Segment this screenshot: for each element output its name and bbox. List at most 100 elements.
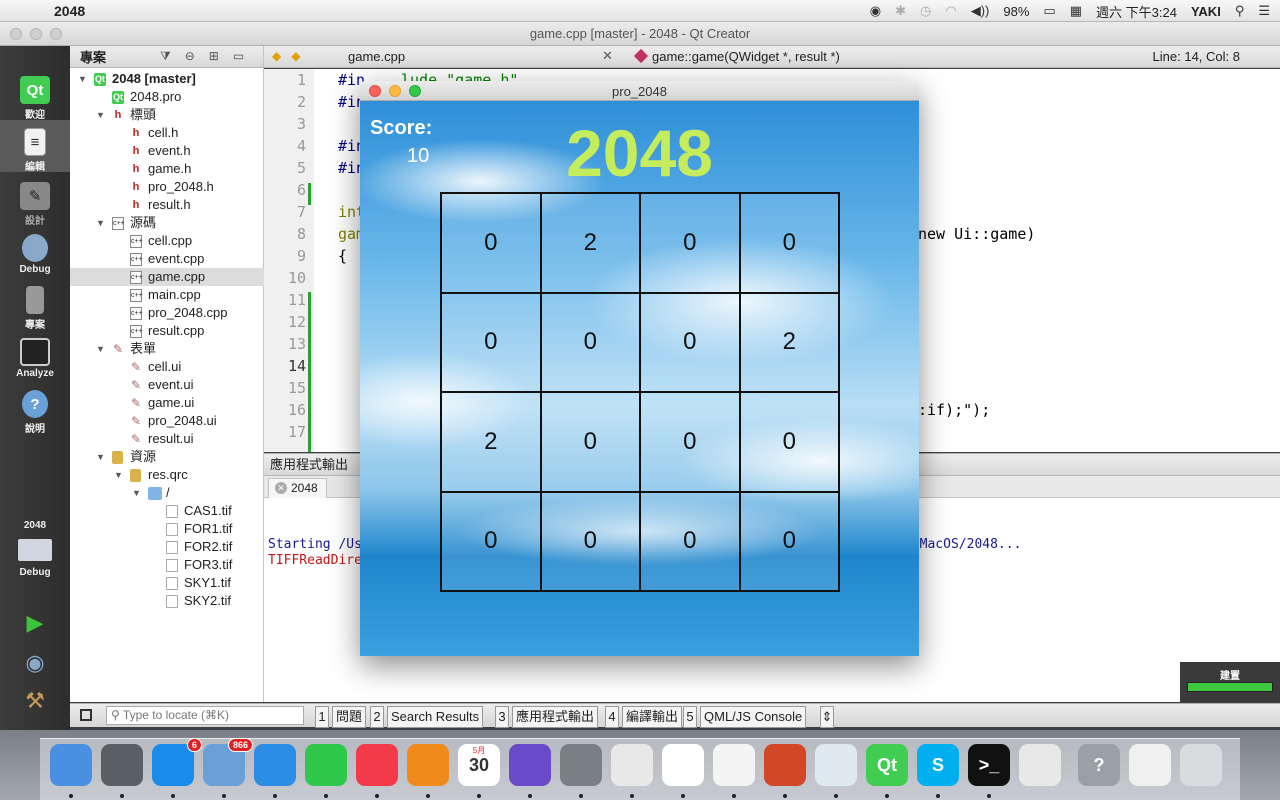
tree-item[interactable]: ▼ c++ 源碼 bbox=[70, 214, 264, 232]
open-document-selector[interactable]: game.cpp bbox=[348, 49, 405, 64]
output-pane-button[interactable]: 4 編譯輸出 bbox=[605, 706, 683, 728]
debug-run-icon[interactable]: ◉ bbox=[22, 650, 48, 676]
sync-icon[interactable]: ◉ bbox=[870, 3, 881, 19]
expand-arrow-icon[interactable]: ▼ bbox=[78, 70, 87, 88]
mail-icon[interactable]: 866 bbox=[203, 738, 253, 786]
documents-icon[interactable] bbox=[1129, 744, 1171, 786]
output-pane-button[interactable]: 1 問題 bbox=[315, 706, 367, 728]
clock[interactable]: 週六 下午3:24 bbox=[1096, 2, 1177, 21]
tree-item[interactable]: h result.h bbox=[70, 196, 264, 214]
matlab-icon[interactable] bbox=[815, 744, 857, 786]
tree-item[interactable]: SKY2.tif bbox=[70, 592, 264, 610]
music-icon[interactable] bbox=[356, 744, 398, 786]
mode-help[interactable]: ? 說明 bbox=[0, 390, 70, 435]
mode-projects[interactable]: 專案 bbox=[0, 286, 70, 331]
tree-item[interactable]: h cell.h bbox=[70, 124, 264, 142]
time-machine-icon[interactable]: ◷ bbox=[920, 3, 931, 19]
more-panes-button[interactable]: ⇕ bbox=[820, 706, 837, 728]
mode-debug[interactable]: Debug bbox=[0, 234, 70, 275]
mode-edit[interactable]: ≡ 編輯 bbox=[0, 120, 70, 173]
terminal-icon[interactable]: >_ bbox=[968, 744, 1010, 786]
facetime-icon[interactable] bbox=[305, 744, 347, 786]
system-preferences-icon[interactable] bbox=[560, 744, 602, 786]
volume-icon[interactable]: ◀)) bbox=[971, 3, 990, 19]
filter-icon[interactable]: ⧩ bbox=[160, 49, 171, 64]
expand-arrow-icon[interactable]: ▼ bbox=[96, 448, 105, 466]
photos-icon[interactable] bbox=[662, 744, 704, 786]
mode-analyze[interactable]: Analyze bbox=[0, 338, 70, 379]
toggle-sidebar-icon[interactable] bbox=[80, 709, 92, 721]
expand-arrow-icon[interactable]: ▼ bbox=[96, 214, 105, 232]
bluetooth-icon[interactable]: ✱ bbox=[895, 3, 906, 19]
wifi-icon[interactable]: ◠ bbox=[945, 3, 956, 19]
tree-item[interactable]: c++ game.cpp bbox=[70, 268, 264, 286]
tree-item[interactable]: ▼ / bbox=[70, 484, 264, 502]
notification-center-icon[interactable]: ☰ bbox=[1258, 3, 1270, 19]
tree-item[interactable]: c++ main.cpp bbox=[70, 286, 264, 304]
xcode-icon[interactable] bbox=[1019, 744, 1061, 786]
tree-item[interactable]: ✎ game.ui bbox=[70, 394, 264, 412]
expand-arrow-icon[interactable]: ▼ bbox=[132, 484, 141, 502]
run-icon[interactable]: ▶ bbox=[22, 610, 48, 636]
qt-creator-icon[interactable]: Qt bbox=[866, 744, 908, 786]
tree-item[interactable]: ✎ event.ui bbox=[70, 376, 264, 394]
output-tab[interactable]: 2048 bbox=[268, 478, 327, 498]
close-document-icon[interactable]: ✕ bbox=[602, 48, 613, 64]
output-pane-button[interactable]: 5 QML/JS Console bbox=[683, 706, 807, 728]
tree-item[interactable]: ✎ cell.ui bbox=[70, 358, 264, 376]
locate-input[interactable]: ⚲ Type to locate (⌘K) bbox=[106, 706, 304, 725]
input-source-flag-icon[interactable]: ▦ bbox=[1070, 3, 1082, 19]
tree-item[interactable]: ▼ ✎ 表單 bbox=[70, 340, 264, 358]
tree-item[interactable]: ✎ pro_2048.ui bbox=[70, 412, 264, 430]
nav-arrows-icon[interactable]: ◆◆ bbox=[272, 49, 310, 63]
tree-item[interactable]: FOR1.tif bbox=[70, 520, 264, 538]
tree-item[interactable]: c++ result.cpp bbox=[70, 322, 264, 340]
app-store-icon[interactable]: 6 bbox=[152, 738, 202, 786]
expand-arrow-icon[interactable]: ▼ bbox=[96, 340, 105, 358]
close-icon[interactable]: ▭ bbox=[233, 49, 244, 64]
game-board[interactable]: 0200000220000000 bbox=[440, 192, 840, 592]
preview-icon[interactable] bbox=[611, 744, 653, 786]
spotlight-search-icon[interactable]: ⚲ bbox=[1235, 3, 1245, 19]
project-view-selector[interactable]: 專案 bbox=[80, 47, 160, 66]
finder-icon[interactable] bbox=[50, 744, 92, 786]
output-pane-button[interactable]: 3 應用程式輸出 bbox=[495, 706, 599, 728]
build-progress[interactable]: 建置 bbox=[1180, 662, 1280, 702]
tree-item[interactable]: FOR2.tif bbox=[70, 538, 264, 556]
help-icon[interactable]: ? bbox=[1078, 744, 1120, 786]
tree-item[interactable]: c++ pro_2048.cpp bbox=[70, 304, 264, 322]
safari-icon[interactable] bbox=[254, 744, 296, 786]
app-menu[interactable]: 2048 bbox=[54, 3, 85, 19]
tree-item[interactable]: h pro_2048.h bbox=[70, 178, 264, 196]
tree-item[interactable]: SKY1.tif bbox=[70, 574, 264, 592]
kit-selector[interactable]: 2048 Debug bbox=[0, 520, 70, 578]
output-pane-button[interactable]: 2 Search Results bbox=[370, 706, 484, 728]
launchpad-icon[interactable] bbox=[101, 744, 143, 786]
tree-item[interactable]: c++ cell.cpp bbox=[70, 232, 264, 250]
battery-icon[interactable]: ▭ bbox=[1043, 3, 1055, 19]
build-hammer-icon[interactable]: ⚒ bbox=[22, 688, 48, 714]
mode-design[interactable]: ✎ 設計 bbox=[0, 182, 70, 227]
tree-item[interactable]: ▼ Qt 2048 [master] bbox=[70, 70, 264, 88]
quill-icon[interactable] bbox=[509, 744, 551, 786]
expand-arrow-icon[interactable]: ▼ bbox=[114, 466, 123, 484]
tree-item[interactable]: h event.h bbox=[70, 142, 264, 160]
tree-item[interactable]: c++ event.cpp bbox=[70, 250, 264, 268]
acrobat-icon[interactable] bbox=[713, 744, 755, 786]
tree-item[interactable]: h game.h bbox=[70, 160, 264, 178]
mode-welcome[interactable]: Qt 歡迎 bbox=[0, 76, 70, 121]
tree-item[interactable]: FOR3.tif bbox=[70, 556, 264, 574]
tree-item[interactable]: ▼ h 標頭 bbox=[70, 106, 264, 124]
powerpoint-icon[interactable] bbox=[764, 744, 806, 786]
skype-icon[interactable]: S bbox=[917, 744, 959, 786]
tree-item[interactable]: ▼ res.qrc bbox=[70, 466, 264, 484]
tree-item[interactable]: ✎ result.ui bbox=[70, 430, 264, 448]
ibooks-icon[interactable] bbox=[407, 744, 449, 786]
tree-item[interactable]: ▼ 資源 bbox=[70, 448, 264, 466]
expand-arrow-icon[interactable]: ▼ bbox=[96, 106, 105, 124]
split-icon[interactable]: ⊞ bbox=[209, 49, 219, 64]
tree-item[interactable]: CAS1.tif bbox=[70, 502, 264, 520]
user-name[interactable]: YAKI bbox=[1191, 4, 1221, 19]
calendar-icon[interactable]: 30 5月 bbox=[458, 744, 500, 786]
function-selector[interactable]: game::game(QWidget *, result *) bbox=[636, 49, 840, 64]
